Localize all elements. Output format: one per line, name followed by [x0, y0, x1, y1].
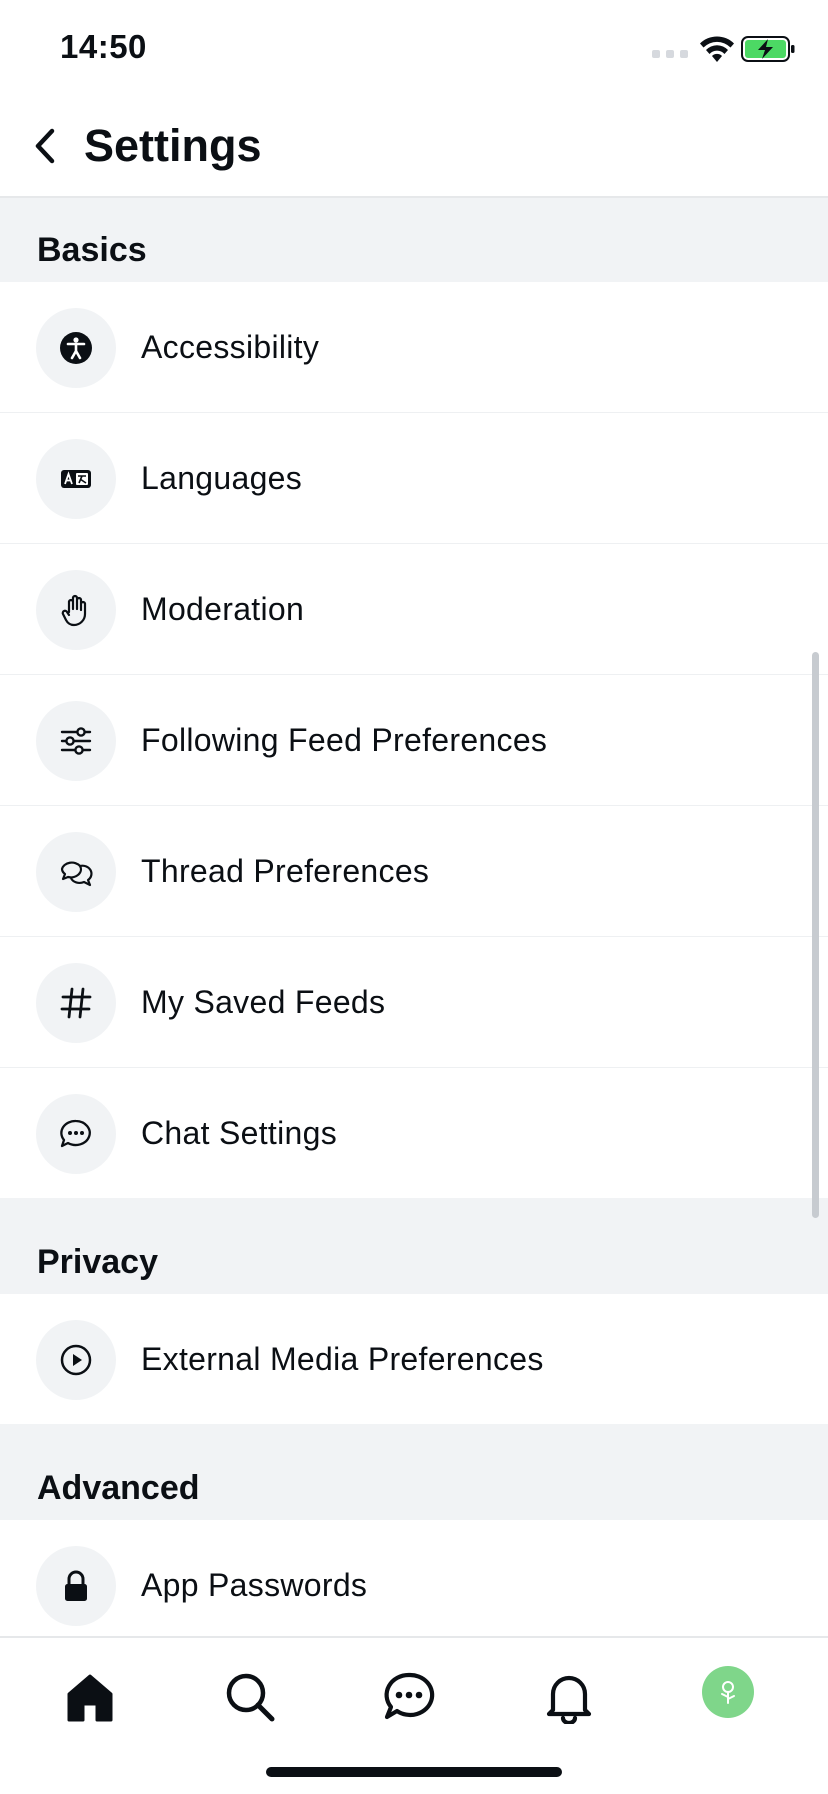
lock-icon: [36, 1546, 116, 1626]
settings-item-label: Accessibility: [141, 328, 320, 365]
play-circle-icon: [36, 1320, 116, 1400]
home-icon: [67, 1674, 113, 1722]
accessibility-icon: [36, 308, 116, 388]
chevron-left-icon: [35, 128, 55, 164]
settings-item-label: My Saved Feeds: [141, 983, 386, 1020]
settings-item-external-media-preferences[interactable]: External Media Preferences: [0, 1294, 828, 1424]
settings-item-languages[interactable]: Languages: [0, 412, 828, 543]
navigation-header: Settings: [0, 100, 828, 198]
section-header-basics: Basics: [0, 198, 828, 282]
page-title: Settings: [84, 120, 262, 171]
search-tab[interactable]: [215, 1662, 285, 1732]
section-title: Privacy: [37, 1243, 158, 1281]
home-indicator[interactable]: [266, 1767, 562, 1777]
home-tab[interactable]: [55, 1662, 125, 1732]
settings-item-label: Following Feed Preferences: [141, 721, 548, 758]
settings-item-moderation[interactable]: Moderation: [0, 543, 828, 674]
hashtag-icon: [36, 963, 116, 1043]
section-title: Basics: [37, 231, 147, 269]
settings-item-label: Thread Preferences: [141, 852, 430, 889]
settings-item-chat-settings[interactable]: Chat Settings: [0, 1067, 828, 1198]
settings-item-label: External Media Preferences: [141, 1340, 544, 1377]
settings-item-label: Languages: [141, 459, 303, 496]
notifications-icon: [546, 1675, 592, 1724]
settings-item-accessibility[interactable]: Accessibility: [0, 282, 828, 412]
status-bar: 14:50: [0, 0, 828, 100]
hand-icon: [36, 570, 116, 650]
messages-icon: [384, 1672, 435, 1720]
status-time: 14:50: [60, 28, 147, 65]
settings-list: Basics Accessibility Languages Moderatio…: [0, 198, 828, 1650]
sliders-icon: [36, 701, 116, 781]
settings-item-label: Chat Settings: [141, 1114, 338, 1151]
battery-charging-icon: [741, 36, 795, 62]
messages-tab[interactable]: [374, 1662, 444, 1732]
scrollbar[interactable]: [812, 652, 819, 1218]
chat-bubbles-icon: [36, 832, 116, 912]
settings-item-label: Moderation: [141, 590, 305, 627]
section-header-advanced: Advanced: [0, 1424, 828, 1520]
wifi-icon: [700, 36, 734, 62]
section-title: Advanced: [37, 1469, 200, 1507]
back-button[interactable]: [22, 120, 68, 172]
settings-item-my-saved-feeds[interactable]: My Saved Feeds: [0, 936, 828, 1067]
chat-dots-icon: [36, 1094, 116, 1174]
settings-item-thread-preferences[interactable]: Thread Preferences: [0, 805, 828, 936]
languages-icon: [36, 439, 116, 519]
settings-item-app-passwords[interactable]: App Passwords: [0, 1520, 828, 1650]
section-header-privacy: Privacy: [0, 1198, 828, 1294]
search-icon: [226, 1673, 275, 1722]
settings-item-label: App Passwords: [141, 1566, 368, 1603]
profile-avatar[interactable]: [702, 1666, 754, 1718]
notifications-tab[interactable]: [534, 1662, 604, 1732]
settings-item-following-feed-preferences[interactable]: Following Feed Preferences: [0, 674, 828, 805]
flower-icon: [721, 1681, 735, 1704]
cellular-signal-icon: [652, 50, 692, 60]
